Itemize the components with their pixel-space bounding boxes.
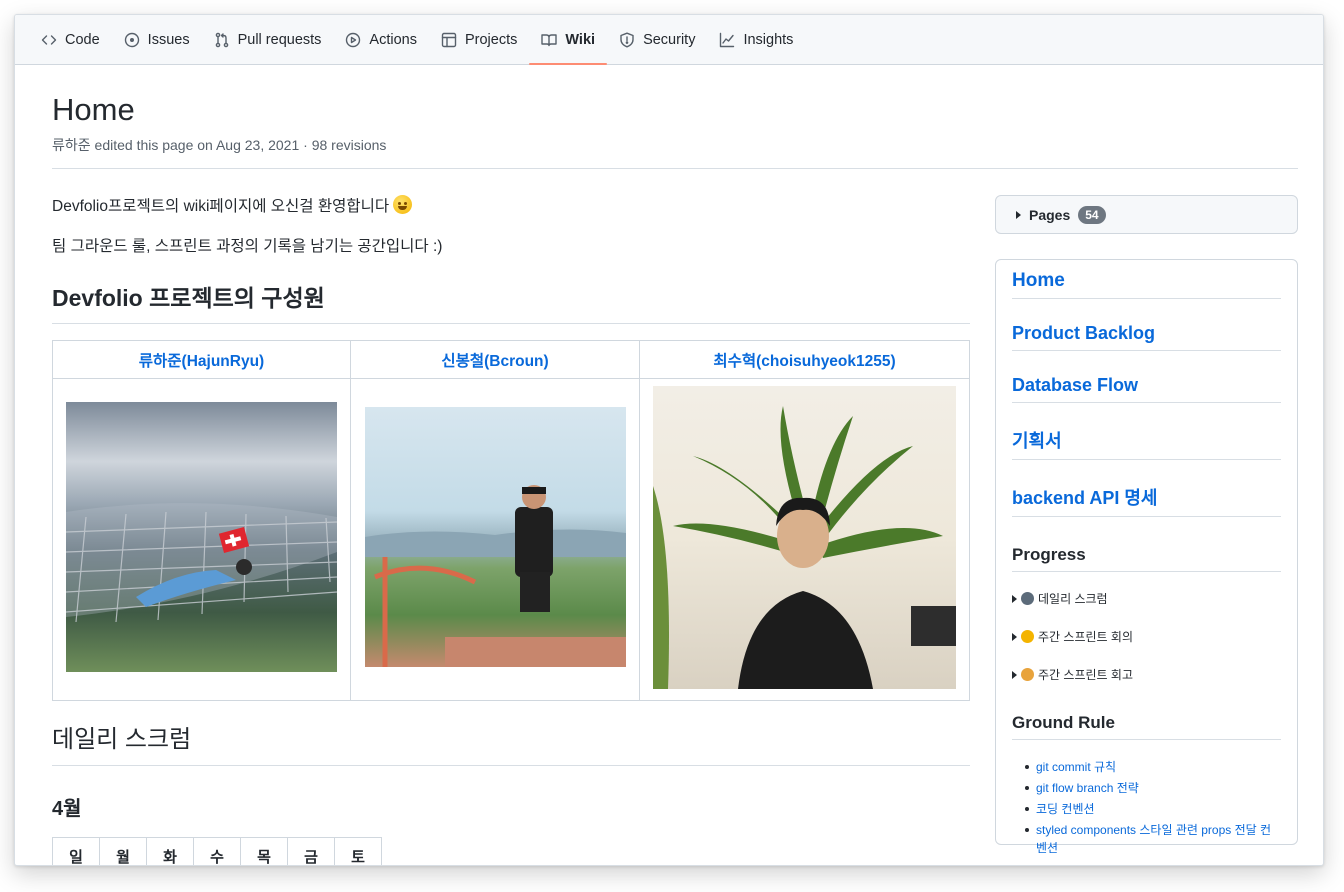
tab-issues[interactable]: Issues	[112, 15, 202, 64]
raising-hand-icon	[1021, 630, 1034, 643]
ground-rule-link[interactable]: git commit 규칙	[1012, 758, 1281, 776]
member-name-link[interactable]: 류하준(HajunRyu)	[52, 340, 351, 379]
weekday-header: 토	[334, 837, 382, 865]
sidebar-link-planning[interactable]: 기획서	[1012, 427, 1281, 460]
weekday-header: 수	[193, 837, 241, 865]
sidebar-link-product-backlog[interactable]: Product Backlog	[1012, 323, 1281, 351]
weekday-header: 일	[52, 837, 100, 865]
pull-request-icon	[215, 32, 228, 47]
member-photo-cell	[52, 378, 351, 701]
tab-issues-label: Issues	[147, 31, 190, 48]
ground-rule-link[interactable]: styled components 스타일 관련 props 전달 컨벤션	[1012, 821, 1281, 857]
page-title: Home	[52, 92, 135, 127]
weekday-header: 화	[146, 837, 194, 865]
caret-right-icon	[1016, 210, 1021, 219]
hugging-face-icon	[393, 195, 413, 214]
book-icon	[541, 33, 558, 46]
ground-rule-link[interactable]: git flow branch 전략	[1012, 779, 1281, 797]
sidebar-link-backend-api[interactable]: backend API 명세	[1012, 484, 1281, 517]
tab-insights[interactable]: Insights	[707, 15, 805, 64]
progress-item-label: 주간 스프린트 회고	[1038, 668, 1133, 682]
tab-security[interactable]: Security	[607, 15, 707, 64]
tab-code-label: Code	[65, 31, 100, 48]
person-icon	[1021, 668, 1034, 681]
page-meta: 류하준 edited this page on Aug 23, 2021 · 9…	[52, 137, 387, 153]
tab-projects[interactable]: Projects	[429, 15, 529, 64]
photo-person-illustration	[364, 485, 626, 667]
browser-window: Code Issues Pull requests Actions Projec…	[14, 14, 1324, 866]
tab-pull-requests[interactable]: Pull requests	[202, 15, 334, 64]
photo-portrait-illustration	[653, 405, 956, 689]
ground-rule-link[interactable]: 코딩 컨벤션	[1012, 800, 1281, 818]
members-heading: Devfolio 프로젝트의 구성원	[52, 283, 970, 324]
intro-text: Devfolio프로젝트의 wiki페이지에 오신걸 환영합니다	[52, 198, 390, 215]
code-icon	[41, 34, 57, 45]
wiki-sidebar: Home Product Backlog Database Flow 기획서 b…	[995, 259, 1298, 855]
member-name-link[interactable]: 최수혁(choisuhyeok1255)	[639, 340, 970, 379]
intro-paragraph-2: 팀 그라운드 룰, 스프린트 과정의 기록을 남기는 공간입니다 :)	[52, 238, 443, 255]
tab-actions-label: Actions	[369, 31, 417, 48]
daily-scrum-heading: 데일리 스크럼	[52, 725, 970, 766]
intro-paragraph: Devfolio프로젝트의 wiki페이지에 오신걸 환영합니다	[52, 195, 970, 219]
speaking-head-icon	[1021, 592, 1034, 605]
member-photo-cell	[639, 378, 970, 701]
progress-item-weekly-meeting[interactable]: 주간 스프린트 회의	[1012, 628, 1281, 645]
caret-right-icon	[1012, 670, 1017, 679]
sidebar-link-database-flow[interactable]: Database Flow	[1012, 375, 1281, 403]
header-divider	[52, 168, 1298, 169]
repo-nav: Code Issues Pull requests Actions Projec…	[15, 15, 1323, 65]
pages-toggle[interactable]: Pages 54	[995, 195, 1298, 234]
member-photo[interactable]	[653, 385, 956, 689]
tab-wiki-label: Wiki	[565, 31, 596, 48]
pages-count-badge: 54	[1078, 205, 1106, 224]
tab-projects-label: Projects	[464, 31, 518, 48]
weekday-header: 월	[99, 837, 147, 865]
weekday-header: 금	[287, 837, 335, 865]
tab-security-label: Security	[643, 31, 696, 48]
member-name-link[interactable]: 신봉철(Bcroun)	[350, 340, 640, 379]
graph-icon	[720, 32, 735, 47]
table-icon	[441, 32, 457, 47]
shield-icon	[620, 32, 634, 47]
pages-label: Pages	[1029, 206, 1071, 223]
progress-heading: Progress	[1012, 545, 1281, 572]
members-table: 류하준(HajunRyu) 신봉철(Bcroun) 최수혁(choisuhyeo…	[52, 340, 970, 701]
caret-right-icon	[1012, 632, 1017, 641]
tab-actions[interactable]: Actions	[333, 15, 429, 64]
progress-item-label: 데일리 스크럼	[1038, 592, 1108, 606]
caret-right-icon	[1012, 594, 1017, 603]
ground-rule-heading: Ground Rule	[1012, 713, 1281, 740]
tab-pull-requests-label: Pull requests	[237, 31, 322, 48]
calendar-table: 일 월 화 수 목 금 토	[52, 837, 382, 865]
progress-item-daily-scrum[interactable]: 데일리 스크럼	[1012, 590, 1281, 607]
sidebar-link-home[interactable]: Home	[1012, 270, 1281, 299]
member-photo-cell	[350, 378, 640, 701]
photo-net-illustration	[66, 503, 337, 623]
progress-item-label: 주간 스프린트 회의	[1038, 630, 1133, 644]
member-photo[interactable]	[364, 407, 626, 667]
wiki-body: Devfolio프로젝트의 wiki페이지에 오신걸 환영합니다 팀 그라운드 …	[52, 195, 970, 865]
month-heading: 4월	[52, 798, 82, 820]
page-header: Home 류하준 edited this page on Aug 23, 202…	[52, 91, 1298, 155]
tab-insights-label: Insights	[743, 31, 794, 48]
progress-item-weekly-retro[interactable]: 주간 스프린트 회고	[1012, 666, 1281, 683]
issue-icon	[124, 32, 139, 47]
tab-code[interactable]: Code	[29, 15, 112, 64]
tab-wiki[interactable]: Wiki	[529, 15, 607, 65]
member-photo[interactable]	[66, 402, 337, 672]
weekday-header: 목	[240, 837, 288, 865]
ground-rule-list: git commit 규칙 git flow branch 전략 코딩 컨벤션 …	[1012, 758, 1281, 857]
play-icon	[346, 32, 361, 47]
